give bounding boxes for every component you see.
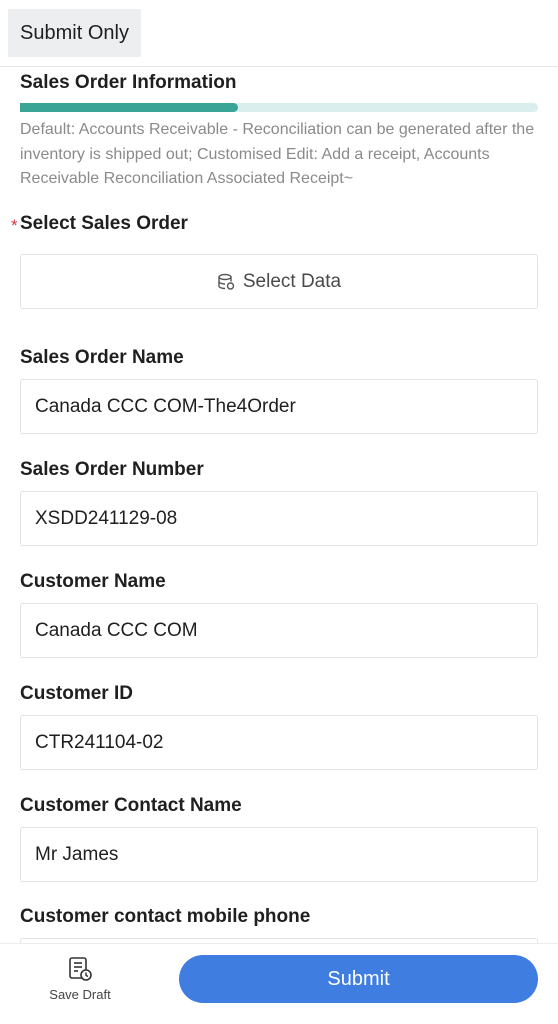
- submit-button[interactable]: Submit: [179, 955, 538, 1003]
- sales-order-number-field[interactable]: XSDD241129-08: [20, 491, 538, 546]
- customer-id-label: Customer ID: [20, 683, 133, 704]
- select-data-label: Select Data: [242, 270, 342, 292]
- customer-contact-name-field[interactable]: Mr James: [20, 827, 538, 882]
- section-progress-fill: [20, 103, 238, 112]
- section-title: Sales Order Information: [20, 72, 237, 93]
- section-description: Default: Accounts Receivable - Reconcili…: [20, 121, 535, 187]
- top-toolbar: Submit Only: [0, 0, 558, 67]
- select-sales-order-label: Select Sales Order: [20, 213, 188, 234]
- required-mark: *: [11, 216, 18, 235]
- customer-name-field[interactable]: Canada CCC COM: [20, 603, 538, 658]
- draft-icon: [69, 957, 92, 981]
- section-progress-track: [20, 103, 538, 112]
- sales-order-name-label: Sales Order Name: [20, 347, 184, 368]
- save-draft-button[interactable]: Save Draft: [40, 956, 120, 1006]
- database-icon: [218, 273, 235, 290]
- save-draft-label: Save Draft: [49, 987, 111, 1002]
- sales-order-name-field[interactable]: Canada CCC COM-The4Order: [20, 379, 538, 434]
- customer-name-label: Customer Name: [20, 571, 166, 592]
- customer-contact-name-label: Customer Contact Name: [20, 795, 242, 816]
- sales-order-number-label: Sales Order Number: [20, 459, 204, 480]
- form-page: Submit Only Sales Order Information Defa…: [0, 0, 558, 1024]
- customer-id-field[interactable]: CTR241104-02: [20, 715, 538, 770]
- customer-contact-mobile-label: Customer contact mobile phone: [20, 906, 311, 927]
- select-data-button[interactable]: Select Data: [20, 254, 538, 309]
- submit-only-button[interactable]: Submit Only: [8, 9, 141, 57]
- bottom-action-bar: Save Draft Submit: [0, 943, 558, 1024]
